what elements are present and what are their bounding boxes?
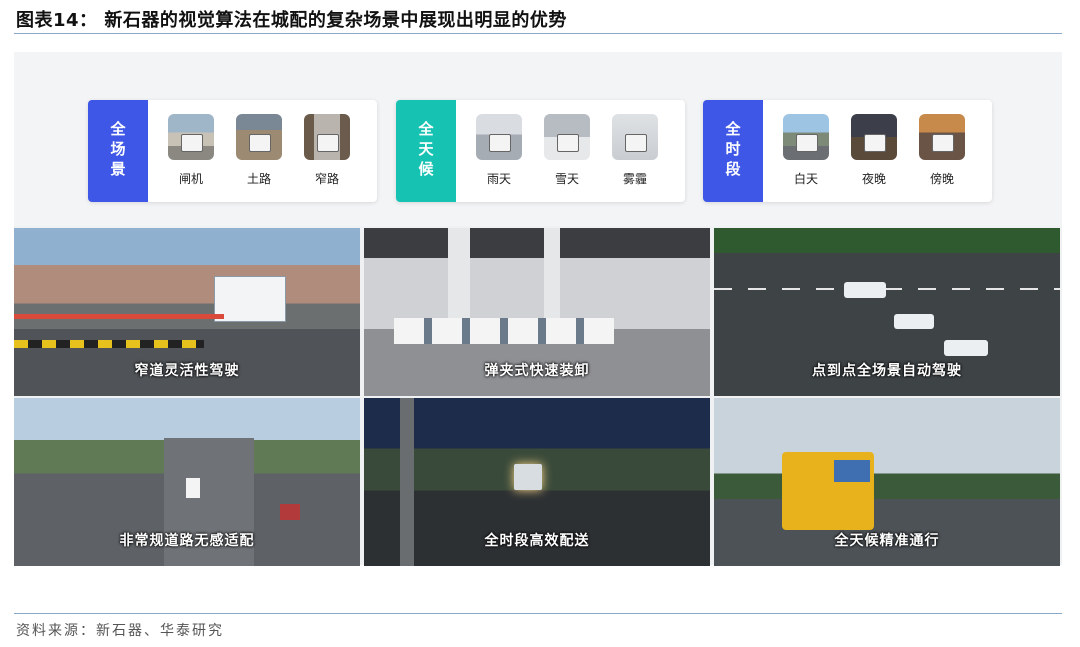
dusk-thumbnail: [919, 114, 965, 160]
card-tag: 全天候: [396, 100, 456, 202]
card-tag: 全时段: [703, 100, 763, 202]
scene-all-hours-delivery: 全时段高效配送: [364, 398, 710, 566]
card-all-hours: 全时段 白天 夜晚 傍晚: [703, 100, 992, 202]
narrow-road-thumbnail: [304, 114, 350, 160]
time-item-dusk: 傍晚: [912, 114, 972, 187]
scene-all-weather-travel: 全天候精准通行: [714, 398, 1060, 566]
weather-item-snow: 雪天: [537, 114, 597, 187]
snow-thumbnail: [544, 114, 590, 160]
bottom-divider: [14, 613, 1062, 614]
time-item-night: 夜晚: [844, 114, 904, 187]
card-all-scenarios: 全场景 闸机 土路 窄路: [88, 100, 377, 202]
source-note: 资料来源：新石器、华泰研究: [16, 623, 224, 639]
scene-unconventional-roads: 非常规道路无感适配: [14, 398, 360, 566]
figure-title: 图表14： 新石器的视觉算法在城配的复杂场景中展现出明显的优势: [16, 10, 567, 31]
day-thumbnail: [783, 114, 829, 160]
dirt-road-thumbnail: [236, 114, 282, 160]
card-tag: 全场景: [88, 100, 148, 202]
fog-thumbnail: [612, 114, 658, 160]
night-thumbnail: [851, 114, 897, 160]
card-all-weather: 全天候 雨天 雪天 雾霾: [396, 100, 685, 202]
scenario-item-dirt-road: 土路: [229, 114, 289, 187]
scene-narrow-road-driving: 窄道灵活性驾驶: [14, 228, 360, 396]
top-divider: [14, 33, 1062, 34]
weather-item-fog: 雾霾: [605, 114, 665, 187]
gate-thumbnail: [168, 114, 214, 160]
weather-item-rain: 雨天: [469, 114, 529, 187]
scene-point-to-point-driving: 点到点全场景自动驾驶: [714, 228, 1060, 396]
scenario-item-gate: 闸机: [161, 114, 221, 187]
scene-rapid-loading: 弹夹式快速装卸: [364, 228, 710, 396]
time-item-day: 白天: [776, 114, 836, 187]
capability-panel: 全场景 闸机 土路 窄路 全天候 雨天 雪天 雾霾 全时段 白天 夜晚 傍晚: [14, 52, 1062, 226]
figure-image: 全场景 闸机 土路 窄路 全天候 雨天 雪天 雾霾 全时段 白天 夜晚 傍晚 窄…: [14, 52, 1062, 566]
scenario-item-narrow-road: 窄路: [297, 114, 357, 187]
rain-thumbnail: [476, 114, 522, 160]
